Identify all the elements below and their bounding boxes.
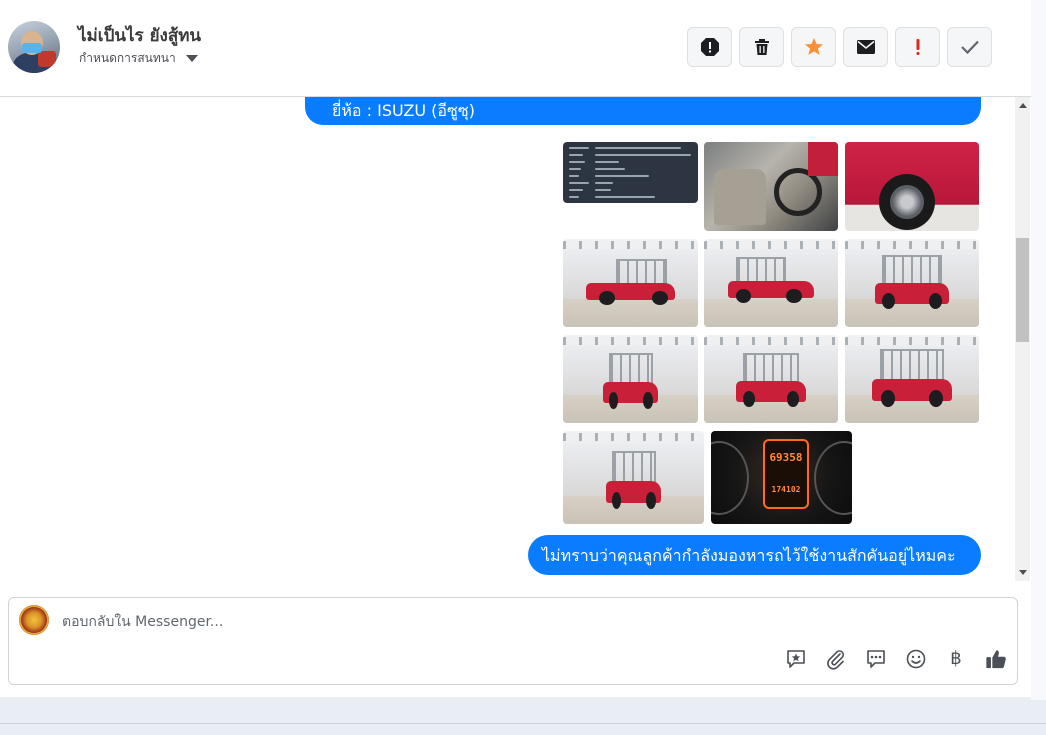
payment-button[interactable]: ฿: [945, 648, 967, 670]
contact-name[interactable]: ไม่เป็นไร ยังสู้ทน: [78, 22, 201, 49]
quick-reply-button[interactable]: [865, 648, 887, 670]
emoji-icon: [906, 649, 926, 669]
photo-truck-side[interactable]: [563, 239, 698, 327]
conversation-header: ไม่เป็นไร ยังสู้ทน กำหนดการสนทนา: [0, 0, 1031, 97]
star-button[interactable]: [791, 27, 836, 67]
page-avatar: [19, 605, 49, 635]
odometer-trip: 174102: [771, 485, 801, 494]
photo-truck-rear[interactable]: [563, 335, 698, 423]
conversation-label-dropdown[interactable]: กำหนดการสนทนา: [79, 50, 198, 66]
message-text: ยี่ห้อ : ISUZU (อีซูซุ): [332, 101, 475, 120]
odometer-reading: 69358: [769, 451, 803, 464]
message-bubble[interactable]: ยี่ห้อ : ISUZU (อีซูซุ): [305, 97, 981, 125]
thumbs-up-icon: [986, 650, 1006, 669]
exclamation-icon: [916, 39, 919, 55]
checkmark-icon: [960, 40, 979, 55]
contact-avatar[interactable]: [8, 21, 60, 73]
message-text: ไม่ทราบว่าคุณลูกค้ากำลังมองหารถไว้ใช้งาน…: [542, 546, 956, 565]
conversation-actions: [687, 27, 992, 67]
mark-done-button[interactable]: [947, 27, 992, 67]
photo-wheel[interactable]: [845, 142, 979, 231]
star-icon: [804, 38, 823, 55]
reply-input[interactable]: [62, 613, 762, 631]
photo-truck-front[interactable]: [563, 431, 704, 524]
photo-interior[interactable]: [704, 142, 838, 231]
trash-icon: [754, 39, 769, 55]
composer-tools: ฿: [785, 648, 1007, 670]
conversation-label: กำหนดการสนทนา: [79, 50, 176, 65]
photo-truck-rear-quarter[interactable]: [845, 239, 979, 327]
saved-reply-icon: [787, 650, 805, 668]
paperclip-icon: [827, 650, 844, 670]
photo-truck-side[interactable]: [704, 239, 838, 327]
message-thread[interactable]: ยี่ห้อ : ISUZU (อีซูซุ) 69358 174102 ไม่…: [0, 97, 1015, 580]
photo-truck-rear-quarter[interactable]: [704, 335, 838, 423]
baht-icon: ฿: [950, 648, 962, 669]
mark-unread-button[interactable]: [843, 27, 888, 67]
caret-down-icon: [185, 54, 198, 62]
scroll-down-arrow-icon[interactable]: [1019, 570, 1027, 575]
delete-button[interactable]: [739, 27, 784, 67]
photo-odometer[interactable]: 69358 174102: [711, 431, 852, 524]
divider: [0, 723, 1046, 724]
photo-spec-sheet[interactable]: [563, 142, 698, 203]
scroll-up-arrow-icon[interactable]: [1019, 103, 1027, 108]
thread-scrollbar[interactable]: [1015, 97, 1030, 581]
attach-button[interactable]: [825, 648, 847, 670]
saved-reply-button[interactable]: [785, 648, 807, 670]
photo-truck-front-quarter[interactable]: [845, 335, 979, 423]
like-button[interactable]: [985, 648, 1007, 670]
inbox-panel: ไม่เป็นไร ยังสู้ทน กำหนดการสนทนา ยี่ห้อ …: [0, 0, 1031, 697]
alert-octagon-icon: [700, 38, 719, 56]
scrollbar-thumb[interactable]: [1016, 238, 1029, 342]
message-bubble[interactable]: ไม่ทราบว่าคุณลูกค้ากำลังมองหารถไว้ใช้งาน…: [528, 535, 981, 575]
right-gutter: [1031, 0, 1046, 700]
mark-spam-button[interactable]: [687, 27, 732, 67]
mark-important-button[interactable]: [895, 27, 940, 67]
speech-bubble-icon: [867, 650, 885, 668]
envelope-icon: [856, 40, 875, 54]
emoji-button[interactable]: [905, 648, 927, 670]
reply-composer: ฿: [8, 597, 1018, 685]
